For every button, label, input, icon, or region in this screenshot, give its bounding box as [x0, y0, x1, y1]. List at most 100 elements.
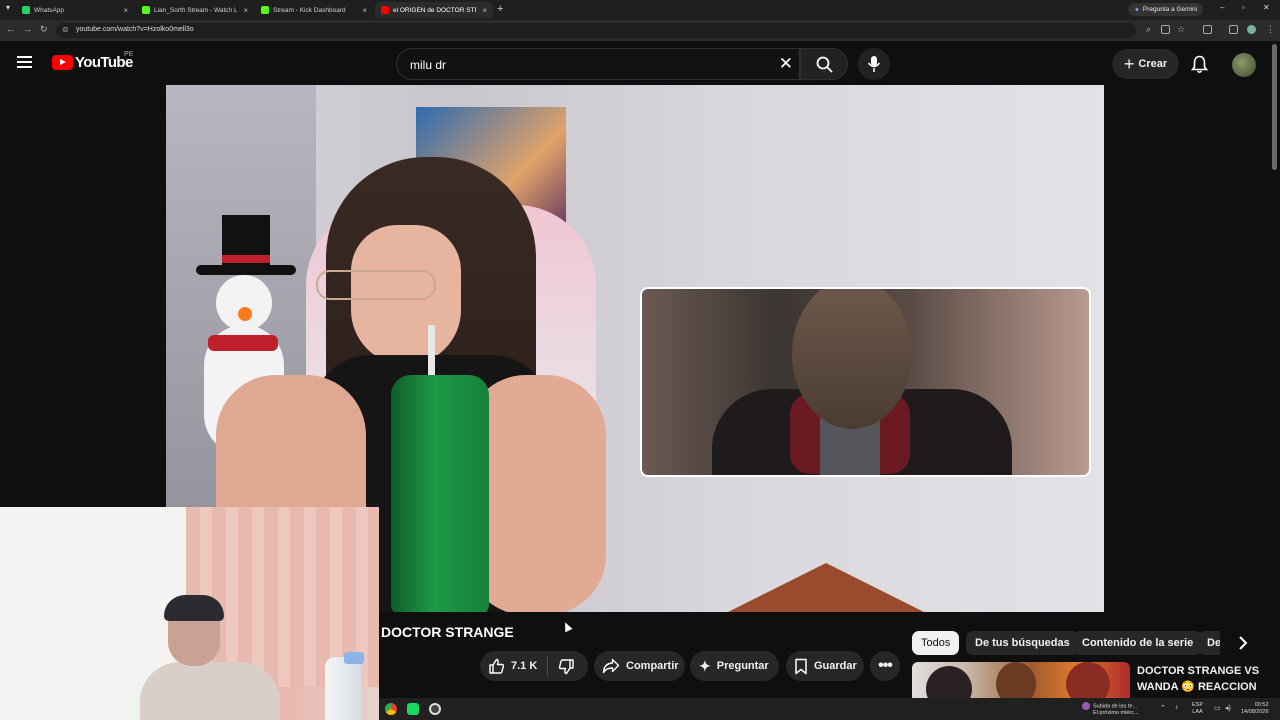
url-text: youtube.com/watch?v=Hzolko0mell3o: [76, 26, 194, 33]
video-scene-object: [726, 563, 926, 612]
chip-more[interactable]: De: [1198, 631, 1220, 655]
tab-lian-sorth-stream[interactable]: Lian_Sorth Stream - Watch Live ×: [136, 2, 254, 18]
news-widget[interactable]: Subida de las te... El próximo miérc...: [1082, 702, 1139, 717]
close-tab-icon[interactable]: ×: [362, 6, 367, 15]
thumbs-up-icon[interactable]: [488, 658, 505, 675]
like-dislike-group: 7.1 K: [480, 651, 588, 681]
whatsapp-favicon-icon: [22, 6, 30, 14]
page-scrollbar[interactable]: [1272, 44, 1277, 170]
browser-tab-strip: ▾ WhatsApp × Lian_Sorth Stream - Watch L…: [0, 0, 1280, 20]
recommended-video-thumbnail[interactable]: [912, 662, 1130, 700]
tray-chevron-icon[interactable]: ⌃: [1160, 704, 1166, 712]
country-code: PE: [124, 51, 134, 58]
close-tab-icon[interactable]: ×: [243, 6, 248, 15]
menu-dots-icon[interactable]: ⋮: [1266, 24, 1275, 35]
obs-icon[interactable]: [429, 703, 441, 715]
chip-label: De: [1207, 637, 1220, 649]
minimize-icon[interactable]: –: [1220, 3, 1224, 12]
zoom-icon[interactable]: ⌕: [1146, 24, 1151, 35]
back-icon[interactable]: ←: [6, 24, 15, 34]
gemini-label: Pregunta a Gemini: [1142, 6, 1198, 13]
tab-title: el ORIGEN de DOCTOR STRANGE: [393, 6, 476, 14]
tab-title: Stream - Kick Dashboard: [273, 6, 346, 14]
search-input[interactable]: milu dr ✕: [396, 48, 800, 80]
mouse-cursor: [561, 620, 573, 633]
more-actions-button[interactable]: •••: [870, 651, 900, 681]
bookmark-star-icon[interactable]: ☆: [1177, 24, 1185, 35]
network-icon[interactable]: ▭: [1214, 704, 1221, 712]
kick-favicon-icon: [261, 6, 269, 14]
youtube-logo[interactable]: YouTube PE: [52, 51, 134, 71]
share-button[interactable]: Compartir: [594, 651, 685, 681]
search-button[interactable]: [800, 48, 848, 80]
tab-whatsapp[interactable]: WhatsApp ×: [16, 2, 134, 18]
chevron-right-icon[interactable]: [1236, 634, 1250, 652]
tab-youtube-video[interactable]: el ORIGEN de DOCTOR STRANGE ×: [375, 2, 493, 18]
lang-line2: LAA: [1192, 709, 1203, 715]
notifications-bell-icon[interactable]: [1191, 55, 1208, 74]
webcam-overlay: [0, 507, 379, 720]
language-indicator[interactable]: ESP LAA: [1192, 702, 1203, 716]
plus-icon: +: [1123, 54, 1135, 74]
chip-label: De tus búsquedas: [975, 637, 1070, 649]
maximize-icon[interactable]: ▫: [1242, 3, 1245, 12]
new-tab-icon[interactable]: +: [497, 3, 503, 15]
save-button[interactable]: Guardar: [786, 651, 864, 681]
tab-search-icon[interactable]: ▾: [6, 3, 10, 12]
sidebar-icon[interactable]: [1229, 25, 1238, 34]
app-icon[interactable]: [407, 703, 419, 715]
close-tab-icon[interactable]: ×: [123, 6, 128, 15]
site-info-icon[interactable]: ⊜: [62, 25, 69, 34]
save-label: Guardar: [814, 660, 857, 672]
chip-label: Contenido de la serie: [1082, 637, 1194, 649]
ask-label: Preguntar: [716, 660, 769, 672]
more-dots-icon: •••: [878, 657, 893, 674]
video-scene-straw: [428, 325, 435, 380]
create-label: Crear: [1138, 58, 1168, 70]
gemini-sparkle-icon: ✦: [1134, 6, 1140, 14]
os-taskbar: Subida de las te... El próximo miérc... …: [379, 698, 1280, 720]
chip-from-searches[interactable]: De tus búsquedas: [966, 631, 1079, 655]
chip-series-content[interactable]: Contenido de la serie: [1073, 631, 1203, 655]
tab-title: WhatsApp: [34, 6, 64, 14]
close-window-icon[interactable]: ✕: [1263, 3, 1270, 12]
volume-icon[interactable]: ◂): [1225, 704, 1231, 712]
reload-icon[interactable]: ↻: [40, 24, 48, 35]
account-avatar[interactable]: [1232, 53, 1256, 77]
ask-button[interactable]: ✦ Preguntar: [690, 651, 779, 681]
share-arrow-icon: [602, 658, 620, 674]
like-count[interactable]: 7.1 K: [511, 660, 537, 672]
news-icon: [1082, 702, 1090, 710]
chrome-icon[interactable]: [385, 703, 397, 715]
chip-all[interactable]: Todos: [912, 631, 960, 655]
create-button[interactable]: + Crear: [1112, 49, 1179, 79]
tab-kick-dashboard[interactable]: Stream - Kick Dashboard ×: [255, 2, 373, 18]
gemini-button[interactable]: ✦ Pregunta a Gemini: [1128, 3, 1204, 16]
clear-search-icon[interactable]: ✕: [779, 54, 793, 74]
voice-search-button[interactable]: [858, 48, 890, 80]
sparkle-icon: ✦: [699, 657, 711, 674]
youtube-play-icon: [52, 55, 73, 70]
profile-icon[interactable]: [1247, 25, 1256, 34]
recommendation-filter-chips: Todos De tus búsquedas Contenido de la s…: [912, 631, 1220, 655]
news-line1: Subida de las te...: [1093, 703, 1138, 710]
search-query-text: milu dr: [410, 58, 447, 72]
youtube-header: YouTube PE milu dr ✕ + Crear: [0, 41, 1280, 85]
system-clock[interactable]: 00:52 14/08/2026: [1241, 702, 1269, 716]
divider: [547, 656, 549, 676]
kick-favicon-icon: [142, 6, 150, 14]
address-bar[interactable]: ⊜ youtube.com/watch?v=Hzolko0mell3o: [56, 23, 1136, 38]
clock-date: 14/08/2026: [1241, 709, 1269, 715]
lang-line1: ESP: [1192, 702, 1204, 708]
browser-toolbar: ← → ↻ ⊜ youtube.com/watch?v=Hzolko0mell3…: [0, 20, 1280, 41]
thumbs-down-icon[interactable]: [558, 658, 575, 675]
hamburger-menu-icon[interactable]: [17, 56, 32, 68]
tray-mic-icon[interactable]: ♪: [1175, 704, 1179, 711]
video-inset-clip: [640, 287, 1091, 477]
extensions-icon[interactable]: [1203, 25, 1212, 34]
cast-icon[interactable]: [1161, 25, 1170, 34]
forward-icon[interactable]: →: [23, 24, 32, 34]
share-label: Compartir: [626, 660, 679, 672]
close-tab-icon[interactable]: ×: [482, 6, 487, 15]
video-scene-green-cup: [391, 375, 489, 612]
